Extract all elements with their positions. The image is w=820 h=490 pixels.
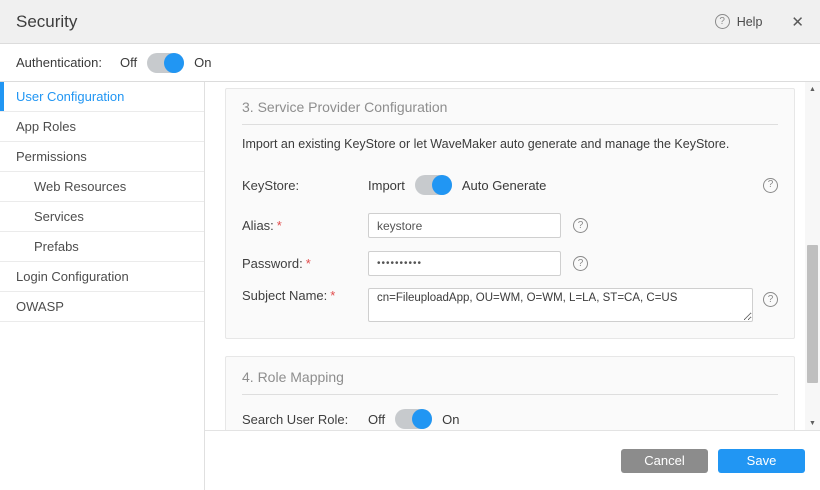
scroll-down-arrow[interactable]: ▼ [805, 416, 820, 430]
divider [242, 124, 778, 125]
dialog-body: User Configuration App Roles Permissions… [0, 82, 820, 490]
alias-input[interactable] [368, 213, 561, 238]
section-title: 4. Role Mapping [242, 369, 778, 385]
sidebar-item-services[interactable]: Services [0, 202, 204, 232]
dialog-header: Security ? Help ✕ [0, 0, 820, 44]
search-user-role-label: Search User Role: [242, 412, 368, 427]
sidebar-item-owasp[interactable]: OWASP [0, 292, 204, 322]
password-help-icon[interactable]: ? [573, 256, 588, 271]
keystore-label: KeyStore: [242, 178, 368, 193]
search-user-role-off-label: Off [368, 412, 385, 427]
required-mark: * [306, 256, 311, 271]
scroll-up-arrow[interactable]: ▲ [805, 82, 820, 96]
search-user-role-toggle[interactable] [395, 409, 432, 429]
alias-row: Alias:* ? [242, 213, 778, 238]
password-input[interactable] [368, 251, 561, 276]
sidebar-item-prefabs[interactable]: Prefabs [0, 232, 204, 262]
help-icon[interactable]: ? [715, 14, 730, 29]
keystore-row: KeyStore: Import Auto Generate ? [242, 175, 778, 195]
subject-name-label: Subject Name:* [242, 288, 368, 303]
alias-label: Alias:* [242, 218, 368, 233]
subject-name-label-text: Subject Name: [242, 288, 327, 303]
help-link[interactable]: Help [737, 15, 763, 29]
subject-name-textarea[interactable]: cn=FileuploadApp, OU=WM, O=WM, L=LA, ST=… [368, 288, 753, 322]
save-button[interactable]: Save [718, 449, 805, 473]
password-row: Password:* ? [242, 251, 778, 276]
keystore-auto-generate-label: Auto Generate [462, 178, 547, 193]
authentication-off-label: Off [120, 55, 137, 70]
alias-label-text: Alias: [242, 218, 274, 233]
toggle-knob [412, 409, 432, 429]
vertical-scrollbar: ▲ ▼ [805, 82, 820, 430]
cancel-button[interactable]: Cancel [621, 449, 708, 473]
page-title: Security [16, 12, 77, 32]
search-user-role-row: Search User Role: Off On [242, 409, 778, 429]
keystore-toggle[interactable] [415, 175, 452, 195]
toggle-knob [432, 175, 452, 195]
role-mapping-section: 4. Role Mapping Search User Role: Off On [225, 356, 795, 430]
keystore-import-label: Import [368, 178, 405, 193]
authentication-label: Authentication: [16, 55, 102, 70]
sidebar-item-login-configuration[interactable]: Login Configuration [0, 262, 204, 292]
service-provider-configuration-section: 3. Service Provider Configuration Import… [225, 88, 795, 339]
authentication-on-label: On [194, 55, 211, 70]
close-icon[interactable]: ✕ [791, 13, 804, 31]
dialog-footer: Cancel Save [205, 430, 820, 490]
required-mark: * [330, 288, 335, 303]
sidebar-item-permissions[interactable]: Permissions [0, 142, 204, 172]
subject-name-help-icon[interactable]: ? [763, 292, 778, 307]
section-description: Import an existing KeyStore or let WaveM… [242, 137, 778, 151]
alias-help-icon[interactable]: ? [573, 218, 588, 233]
authentication-toggle[interactable] [147, 53, 184, 73]
divider [242, 394, 778, 395]
sidebar: User Configuration App Roles Permissions… [0, 82, 205, 490]
toggle-knob [164, 53, 184, 73]
keystore-help-icon[interactable]: ? [763, 178, 778, 193]
subject-name-row: Subject Name:* cn=FileuploadApp, OU=WM, … [242, 288, 778, 322]
sidebar-item-user-configuration[interactable]: User Configuration [0, 82, 204, 112]
main-content: 3. Service Provider Configuration Import… [205, 82, 820, 490]
password-label: Password:* [242, 256, 368, 271]
scrollbar-thumb[interactable] [807, 245, 818, 383]
search-user-role-on-label: On [442, 412, 459, 427]
header-actions: ? Help ✕ [715, 13, 804, 31]
section-title: 3. Service Provider Configuration [242, 99, 778, 115]
scroll-area: 3. Service Provider Configuration Import… [205, 82, 820, 430]
authentication-bar: Authentication: Off On [0, 44, 820, 82]
required-mark: * [277, 218, 282, 233]
security-dialog: Security ? Help ✕ Authentication: Off On… [0, 0, 820, 490]
password-label-text: Password: [242, 256, 303, 271]
sidebar-item-web-resources[interactable]: Web Resources [0, 172, 204, 202]
scrollbar-track[interactable] [805, 96, 820, 416]
scroll-inner: 3. Service Provider Configuration Import… [205, 82, 805, 430]
sidebar-item-app-roles[interactable]: App Roles [0, 112, 204, 142]
